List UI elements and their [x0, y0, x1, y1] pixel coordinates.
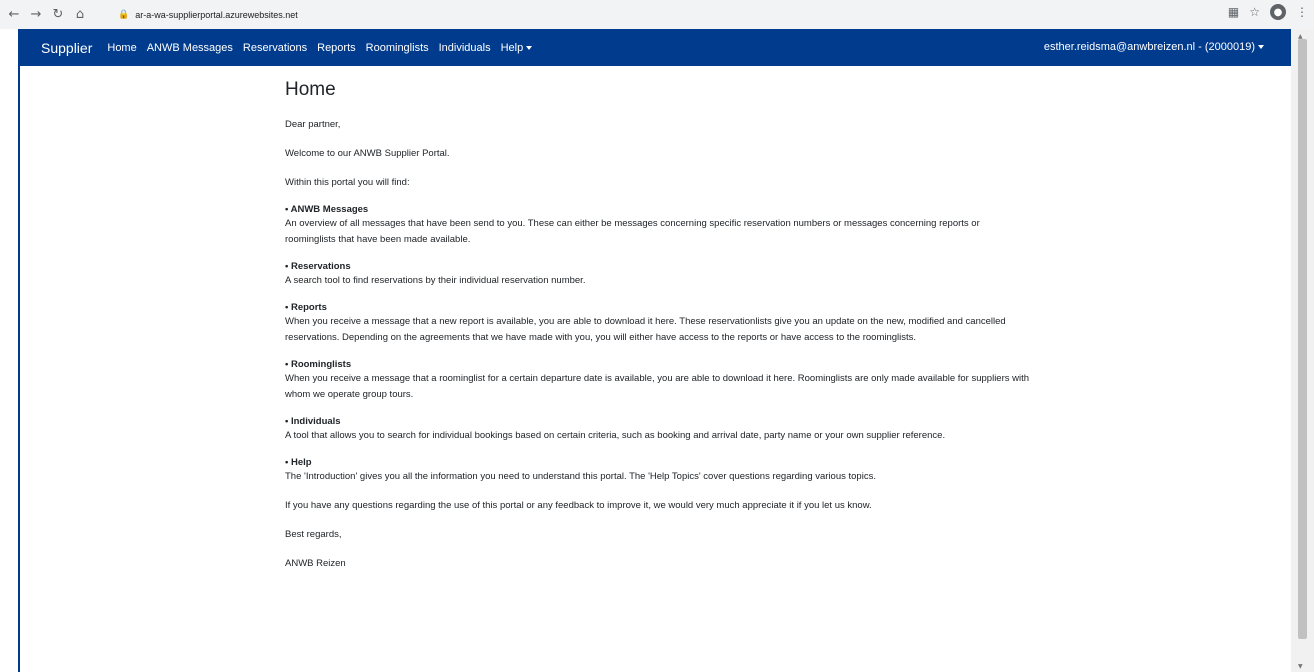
section-title: • Help	[285, 457, 312, 468]
greeting: Dear partner,	[285, 119, 341, 130]
signature-text: ANWB Reizen	[285, 558, 346, 569]
section-title: • Reports	[285, 302, 327, 313]
chevron-down-icon	[1258, 45, 1264, 50]
intro-text: Within this portal you will find:	[285, 177, 410, 188]
page-title: Home	[285, 79, 336, 100]
nav-item-home[interactable]: Home	[107, 42, 136, 54]
section-body: When you receive a message that a new re…	[285, 316, 1006, 343]
main-content: Home Dear partner, Welcome to our ANWB S…	[285, 79, 1030, 585]
back-arrow-icon[interactable]: ←	[5, 6, 23, 24]
top-navbar: Supplier Home ANWB Messages Reservations…	[20, 29, 1291, 66]
home-icon[interactable]: ⌂	[71, 6, 89, 24]
nav-item-help[interactable]: Help	[501, 42, 533, 54]
scrollbar-thumb[interactable]	[1298, 39, 1307, 639]
address-bar[interactable]: 🔒 ar-a-wa-supplierportal.azurewebsites.n…	[112, 4, 1284, 25]
section-body: The 'Introduction' gives you all the inf…	[285, 471, 876, 482]
browser-toolbar: ← → ↻ ⌂ 🔒 ar-a-wa-supplierportal.azurewe…	[0, 0, 1314, 29]
section-help: • Help The 'Introduction' gives you all …	[285, 457, 1030, 485]
section-individuals: • Individuals A tool that allows you to …	[285, 416, 1030, 444]
bookmark-star-icon[interactable]: ☆	[1249, 5, 1260, 19]
section-title: • Roominglists	[285, 359, 352, 370]
section-reservations: • Reservations A search tool to find res…	[285, 261, 1030, 289]
reload-icon[interactable]: ↻	[49, 6, 67, 24]
nav-item-anwb-messages[interactable]: ANWB Messages	[147, 42, 233, 54]
lock-icon: 🔒	[118, 9, 130, 20]
scroll-down-arrow-icon[interactable]: ▼	[1298, 663, 1303, 670]
section-title: • ANWB Messages	[285, 204, 369, 215]
translate-icon[interactable]: ▦	[1228, 5, 1239, 19]
help-label: Help	[500, 41, 524, 54]
section-title: • Reservations	[285, 261, 351, 272]
forward-arrow-icon[interactable]: →	[27, 6, 45, 24]
section-body: A tool that allows you to search for ind…	[285, 430, 946, 441]
user-email: esther.reidsma@anwbreizen.nl - (2000019)	[1043, 41, 1255, 53]
menu-kebab-icon[interactable]: ⋮	[1296, 5, 1308, 19]
section-roominglists: • Roominglists When you receive a messag…	[285, 359, 1030, 403]
regards-text: Best regards,	[285, 529, 342, 540]
closing-text: If you have any questions regarding the …	[285, 500, 872, 511]
section-body: An overview of all messages that have be…	[285, 218, 980, 245]
nav-item-individuals[interactable]: Individuals	[439, 42, 491, 54]
section-reports: • Reports When you receive a message tha…	[285, 302, 1030, 346]
vertical-scrollbar[interactable]: ▲ ▼	[1291, 29, 1314, 672]
section-anwb-messages: • ANWB Messages An overview of all messa…	[285, 204, 1030, 248]
nav-item-reservations[interactable]: Reservations	[243, 42, 307, 54]
navbar-brand[interactable]: Supplier	[41, 40, 92, 56]
nav-item-reports[interactable]: Reports	[317, 42, 356, 54]
url-text: ar-a-wa-supplierportal.azurewebsites.net	[135, 9, 298, 20]
welcome-text: Welcome to our ANWB Supplier Portal.	[285, 148, 450, 159]
section-title: • Individuals	[285, 416, 341, 427]
section-body: A search tool to find reservations by th…	[285, 275, 586, 286]
section-body: When you receive a message that a roomin…	[285, 373, 1030, 400]
profile-avatar-icon[interactable]: ●	[1270, 4, 1286, 20]
page-viewport: Supplier Home ANWB Messages Reservations…	[18, 29, 1291, 672]
user-menu[interactable]: esther.reidsma@anwbreizen.nl - (2000019)	[1044, 41, 1264, 53]
nav-item-roominglists[interactable]: Roominglists	[366, 42, 429, 54]
chevron-down-icon	[526, 45, 533, 50]
